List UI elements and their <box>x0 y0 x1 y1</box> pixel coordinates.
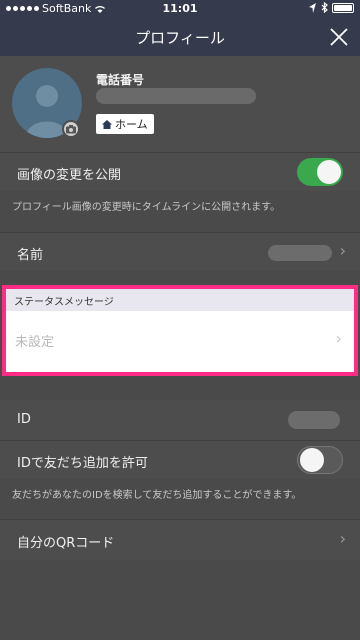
phone-label: 電話番号 <box>96 73 145 87</box>
page-title: プロフィール <box>135 29 225 47</box>
allow-id-row: IDで友だち追加を許可 <box>0 441 360 479</box>
publish-image-row: 画像の変更を公開 <box>0 153 360 191</box>
name-value-redacted <box>268 245 332 261</box>
profile-screen: SoftBank 11:01 プロフィール 電話番号 ホーム 画像の変更を公開 … <box>0 0 360 640</box>
id-row[interactable]: ID <box>0 400 360 440</box>
home-label: ホーム <box>115 118 148 131</box>
chevron-right-icon: › <box>339 529 346 548</box>
battery-icon <box>332 2 354 13</box>
empty-area <box>0 560 360 640</box>
location-icon <box>309 2 316 13</box>
allow-id-label: IDで友だち追加を許可 <box>17 456 148 471</box>
status-bar: SoftBank 11:01 <box>0 0 360 18</box>
camera-icon[interactable] <box>62 120 80 138</box>
status-message-row[interactable]: 未設定 › <box>6 311 354 372</box>
home-icon <box>102 119 112 129</box>
status-message-header: ステータスメッセージ <box>6 289 354 311</box>
publish-image-note: プロフィール画像の変更時にタイムラインに公開されます。 <box>12 202 281 213</box>
chevron-right-icon: › <box>339 241 346 260</box>
status-message-value: 未設定 <box>15 335 55 350</box>
publish-image-label: 画像の変更を公開 <box>17 168 122 183</box>
qr-code-row[interactable]: 自分のQRコード › <box>0 520 360 560</box>
id-value-redacted <box>288 411 340 429</box>
home-button[interactable]: ホーム <box>96 114 154 134</box>
profile-header: 電話番号 ホーム <box>0 56 360 152</box>
close-icon[interactable] <box>328 26 350 48</box>
clock: 11:01 <box>162 2 198 15</box>
allow-id-toggle[interactable] <box>297 446 343 474</box>
status-message-section: ステータスメッセージ 未設定 › <box>2 285 358 376</box>
nav-header: プロフィール <box>0 18 360 56</box>
bluetooth-icon <box>321 2 328 13</box>
name-row[interactable]: 名前 › <box>0 233 360 271</box>
name-label: 名前 <box>17 248 44 263</box>
chevron-right-icon: › <box>335 329 342 348</box>
qr-code-label: 自分のQRコード <box>17 536 115 551</box>
publish-image-toggle[interactable] <box>297 158 343 186</box>
phone-number-redacted <box>96 88 256 104</box>
allow-id-note: 友だちがあなたのIDを検索して友だち追加することができます。 <box>12 490 302 501</box>
id-label: ID <box>17 412 31 427</box>
